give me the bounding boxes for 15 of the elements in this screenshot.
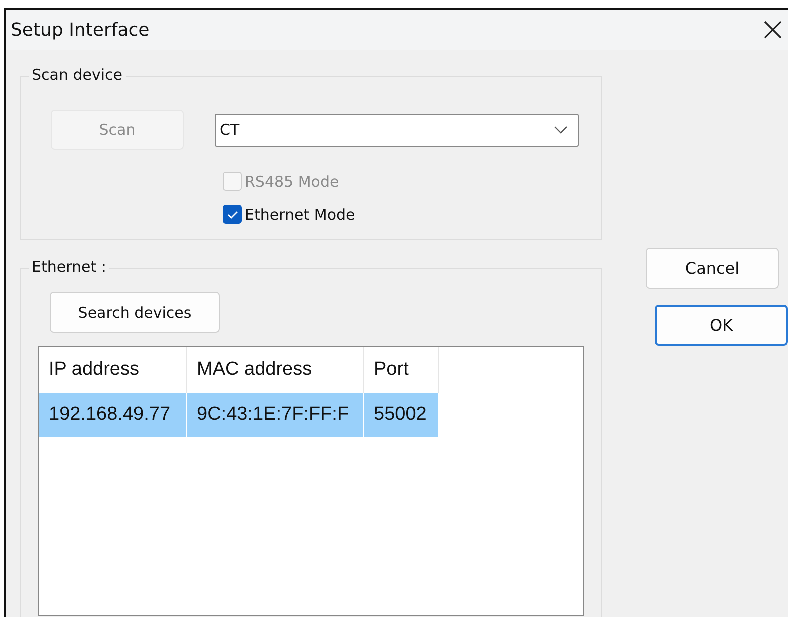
checkbox[interactable] — [223, 205, 242, 224]
close-icon[interactable] — [764, 21, 782, 39]
search-devices-button[interactable]: Search devices — [50, 292, 220, 333]
table-cell: 9C:43:1E:7F:FF:F — [187, 393, 364, 437]
chevron-down-icon — [554, 126, 568, 134]
window-title: Setup Interface — [11, 20, 150, 40]
cancel-button[interactable]: Cancel — [646, 248, 779, 289]
table-cell: 55002 — [364, 393, 439, 437]
checkmark-icon — [226, 210, 238, 220]
device-dropdown[interactable]: CT — [215, 114, 579, 146]
checkbox-label: Ethernet Mode — [245, 206, 356, 224]
table-cell: 192.168.49.77 — [39, 393, 187, 437]
ok-button[interactable]: OK — [655, 305, 788, 346]
table-row[interactable]: 192.168.49.77 9C:43:1E:7F:FF:F 55002 — [39, 393, 439, 437]
checkbox-label: RS485 Mode — [245, 172, 340, 190]
